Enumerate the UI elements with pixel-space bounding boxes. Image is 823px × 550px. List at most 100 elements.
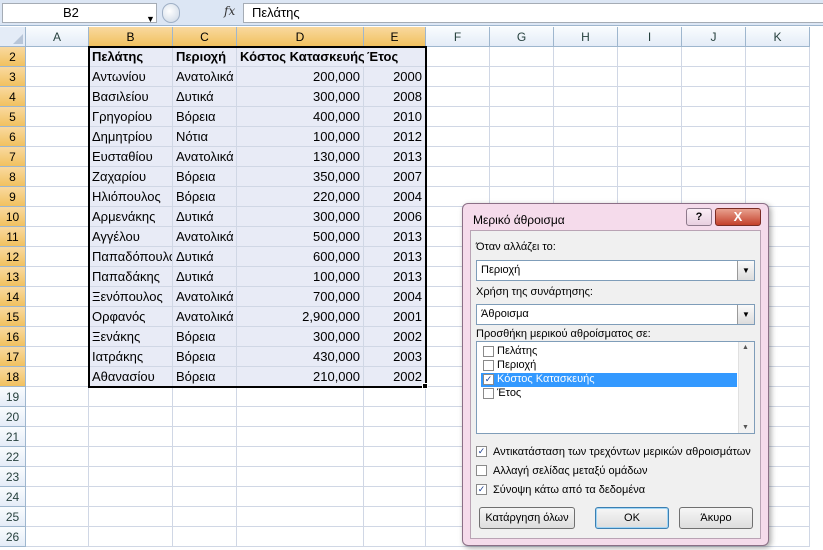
cell-d3[interactable]: 200,000	[237, 67, 364, 87]
cell-i7[interactable]	[618, 147, 682, 167]
cell-g8[interactable]	[490, 167, 554, 187]
cell-b16[interactable]: Ξενάκης	[89, 327, 173, 347]
row-header-26[interactable]: 26	[0, 527, 26, 547]
insert-function-icon[interactable]: fx	[224, 4, 235, 18]
cell-c11[interactable]: Ανατολικά	[173, 227, 237, 247]
cell-f7[interactable]	[426, 147, 490, 167]
cell-d10[interactable]: 300,000	[237, 207, 364, 227]
cell-a10[interactable]	[26, 207, 89, 227]
row-header-18[interactable]: 18	[0, 367, 26, 387]
cell-a16[interactable]	[26, 327, 89, 347]
cell-a23[interactable]	[26, 467, 89, 487]
column-header-h[interactable]: H	[554, 27, 618, 47]
name-box[interactable]: B2 ▼	[2, 3, 157, 24]
cell-j6[interactable]	[682, 127, 746, 147]
column-header-e[interactable]: E	[364, 27, 426, 47]
cell-c26[interactable]	[173, 527, 237, 547]
cell-e21[interactable]	[364, 427, 426, 447]
cell-a13[interactable]	[26, 267, 89, 287]
cell-b24[interactable]	[89, 487, 173, 507]
change-field-select[interactable]: Περιοχή ▼	[476, 260, 755, 281]
cell-d7[interactable]: 130,000	[237, 147, 364, 167]
column-header-c[interactable]: C	[173, 27, 237, 47]
checkbox[interactable]: ✓	[476, 446, 487, 457]
cell-k4[interactable]	[746, 87, 810, 107]
row-header-17[interactable]: 17	[0, 347, 26, 367]
cell-c10[interactable]: Δυτικά	[173, 207, 237, 227]
cell-d15[interactable]: 2,900,000	[237, 307, 364, 327]
column-header-g[interactable]: G	[490, 27, 554, 47]
cell-b2[interactable]: Πελάτης	[89, 47, 173, 67]
cell-e22[interactable]	[364, 447, 426, 467]
cell-e20[interactable]	[364, 407, 426, 427]
fill-handle[interactable]	[422, 383, 428, 389]
chevron-down-icon[interactable]: ▼	[737, 261, 754, 280]
checkbox[interactable]: ✓	[476, 484, 487, 495]
cell-f4[interactable]	[426, 87, 490, 107]
cell-b10[interactable]: Αρμενάκης	[89, 207, 173, 227]
cell-i3[interactable]	[618, 67, 682, 87]
cell-f8[interactable]	[426, 167, 490, 187]
cell-c6[interactable]: Νότια	[173, 127, 237, 147]
cell-i6[interactable]	[618, 127, 682, 147]
option-checkbox[interactable]: ✓ Σύνοψη κάτω από τα δεδομένα	[476, 483, 645, 498]
cell-f5[interactable]	[426, 107, 490, 127]
cell-a14[interactable]	[26, 287, 89, 307]
column-header-d[interactable]: D	[237, 27, 364, 47]
cell-d21[interactable]	[237, 427, 364, 447]
cell-i5[interactable]	[618, 107, 682, 127]
cell-i4[interactable]	[618, 87, 682, 107]
expand-handle-icon[interactable]	[162, 3, 180, 23]
cell-c5[interactable]: Βόρεια	[173, 107, 237, 127]
cell-a5[interactable]	[26, 107, 89, 127]
row-header-8[interactable]: 8	[0, 167, 26, 187]
option-checkbox[interactable]: Αλλαγή σελίδας μεταξύ ομάδων	[476, 464, 648, 479]
cell-b17[interactable]: Ιατράκης	[89, 347, 173, 367]
cell-c16[interactable]: Βόρεια	[173, 327, 237, 347]
cell-e4[interactable]: 2008	[364, 87, 426, 107]
cell-c2[interactable]: Περιοχή	[173, 47, 237, 67]
cell-b3[interactable]: Αντωνίου	[89, 67, 173, 87]
cell-d23[interactable]	[237, 467, 364, 487]
row-header-5[interactable]: 5	[0, 107, 26, 127]
cell-d26[interactable]	[237, 527, 364, 547]
cell-e19[interactable]	[364, 387, 426, 407]
cell-e10[interactable]: 2006	[364, 207, 426, 227]
cell-e14[interactable]: 2004	[364, 287, 426, 307]
cell-c19[interactable]	[173, 387, 237, 407]
cell-a19[interactable]	[26, 387, 89, 407]
cell-f2[interactable]	[426, 47, 490, 67]
cell-b23[interactable]	[89, 467, 173, 487]
cell-j3[interactable]	[682, 67, 746, 87]
cell-b9[interactable]: Ηλιόπουλος	[89, 187, 173, 207]
cell-b18[interactable]: Αθανασίου	[89, 367, 173, 387]
cell-c3[interactable]: Ανατολικά	[173, 67, 237, 87]
cell-c13[interactable]: Δυτικά	[173, 267, 237, 287]
cell-c18[interactable]: Βόρεια	[173, 367, 237, 387]
row-header-24[interactable]: 24	[0, 487, 26, 507]
cell-c7[interactable]: Ανατολικά	[173, 147, 237, 167]
cell-h8[interactable]	[554, 167, 618, 187]
option-checkbox[interactable]: ✓ Αντικατάσταση των τρεχόντων μερικών αθρ…	[476, 445, 751, 460]
cell-c8[interactable]: Βόρεια	[173, 167, 237, 187]
row-header-21[interactable]: 21	[0, 427, 26, 447]
cell-a12[interactable]	[26, 247, 89, 267]
cell-a2[interactable]	[26, 47, 89, 67]
cell-e25[interactable]	[364, 507, 426, 527]
cell-g5[interactable]	[490, 107, 554, 127]
cell-b6[interactable]: Δημητρίου	[89, 127, 173, 147]
row-header-6[interactable]: 6	[0, 127, 26, 147]
cell-b12[interactable]: Παπαδόπουλος	[89, 247, 173, 267]
checkbox[interactable]: ✓	[483, 374, 494, 385]
cell-e13[interactable]: 2013	[364, 267, 426, 287]
cell-h4[interactable]	[554, 87, 618, 107]
cell-d9[interactable]: 220,000	[237, 187, 364, 207]
remove-all-button[interactable]: Κατάργηση όλων	[479, 507, 575, 529]
row-header-12[interactable]: 12	[0, 247, 26, 267]
chevron-down-icon[interactable]: ▼	[737, 305, 754, 324]
cell-e5[interactable]: 2010	[364, 107, 426, 127]
row-header-11[interactable]: 11	[0, 227, 26, 247]
list-item[interactable]: Έτος	[481, 387, 737, 401]
cell-a7[interactable]	[26, 147, 89, 167]
cell-a6[interactable]	[26, 127, 89, 147]
